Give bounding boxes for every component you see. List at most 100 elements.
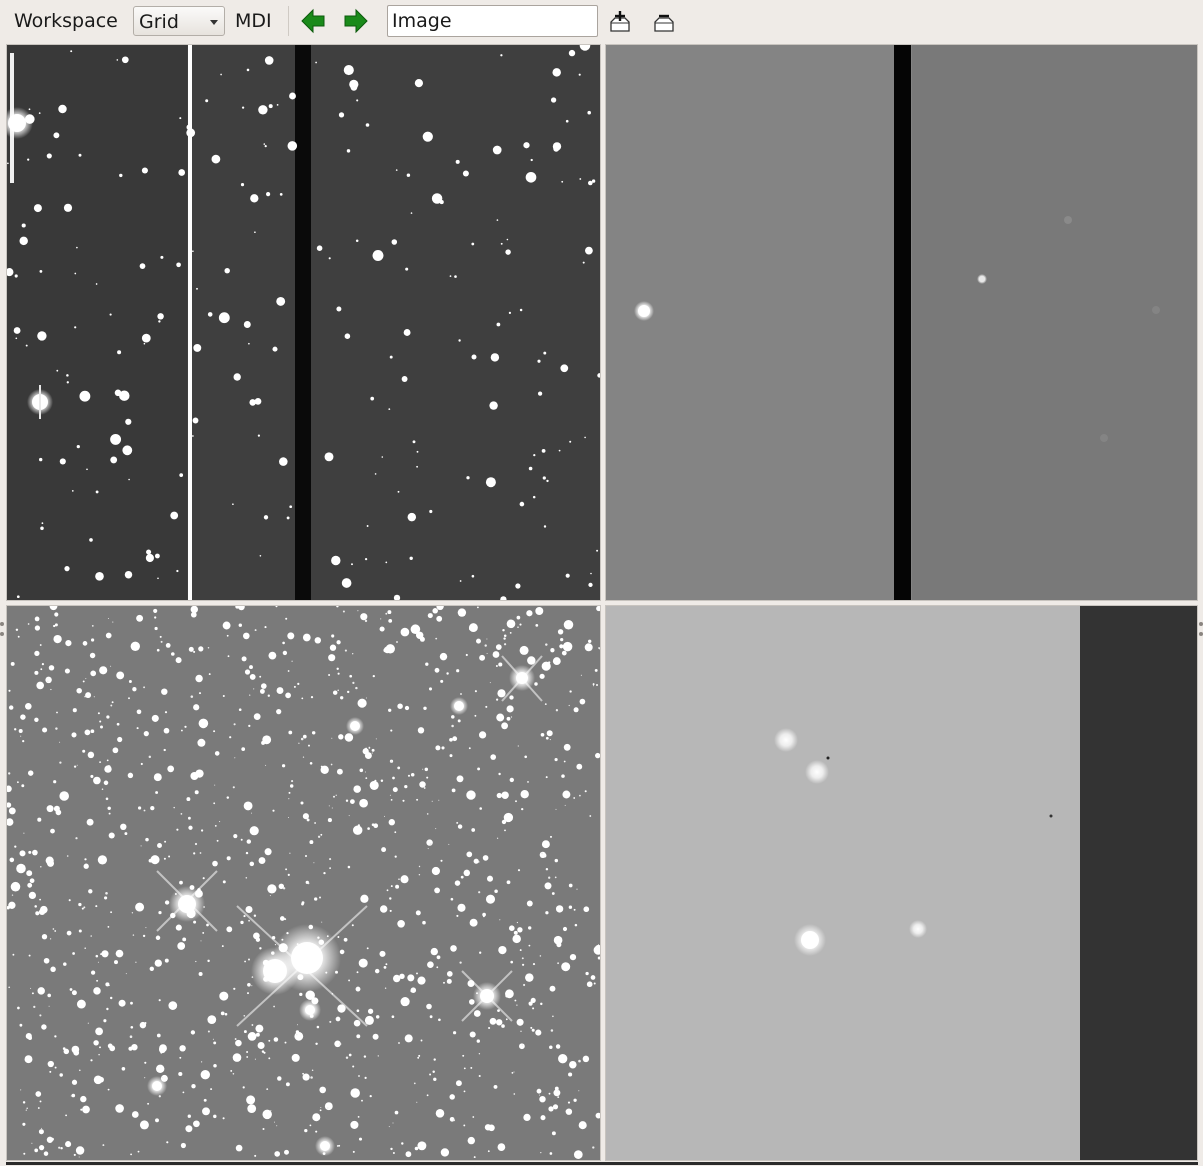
splitter-grip-left-2[interactable] xyxy=(0,632,4,636)
splitter-grip-right[interactable] xyxy=(1199,622,1203,626)
splitter-grip-right-2[interactable] xyxy=(1199,632,1203,636)
star-point xyxy=(585,971,589,976)
star-point xyxy=(53,634,62,644)
star-point xyxy=(466,790,476,800)
star-point xyxy=(176,262,181,268)
star-point xyxy=(43,957,50,964)
star-point xyxy=(573,1098,577,1102)
star-point xyxy=(416,798,419,801)
star-point xyxy=(132,934,135,936)
star-point xyxy=(485,477,496,488)
star-point xyxy=(56,711,58,714)
star-point xyxy=(426,1003,432,1010)
star-point xyxy=(153,773,162,782)
star-point xyxy=(257,434,260,437)
star-point xyxy=(479,807,483,810)
star-point xyxy=(210,1088,213,1091)
star-point xyxy=(568,49,576,57)
star-point xyxy=(279,916,285,921)
image-frame-4[interactable] xyxy=(605,605,1198,1161)
star-point xyxy=(364,771,366,773)
star-point xyxy=(38,1144,45,1151)
star-point xyxy=(452,736,458,742)
star-point xyxy=(214,751,220,756)
star-point xyxy=(564,804,566,806)
star-point xyxy=(95,490,99,494)
star-point xyxy=(265,764,267,766)
star-point xyxy=(383,815,386,817)
star-point xyxy=(71,990,77,996)
star-point xyxy=(27,623,30,625)
delete-frame-button[interactable] xyxy=(651,8,677,34)
star-point xyxy=(186,124,192,130)
star-point xyxy=(101,950,109,958)
image-frame-1[interactable] xyxy=(6,44,601,601)
star-point xyxy=(143,809,146,812)
star-point xyxy=(345,1056,349,1059)
star-point xyxy=(214,825,217,827)
star-point xyxy=(190,1030,196,1035)
star-point xyxy=(84,695,86,698)
star-point xyxy=(418,874,421,876)
star-point xyxy=(386,889,389,892)
star-point xyxy=(426,839,433,846)
add-frame-icon xyxy=(610,11,630,32)
star-point xyxy=(34,670,39,675)
star-point xyxy=(145,927,147,929)
star-point xyxy=(457,903,466,912)
star-point xyxy=(517,869,521,872)
star-point xyxy=(519,645,529,655)
star-point xyxy=(150,805,155,811)
star-point xyxy=(207,1015,217,1024)
star-point xyxy=(109,996,113,1000)
image-frame-3[interactable] xyxy=(6,605,601,1161)
star-point xyxy=(48,1005,50,1007)
star-point xyxy=(420,1039,423,1042)
star-point xyxy=(516,615,521,620)
star-point xyxy=(477,767,481,771)
frame-name-input[interactable] xyxy=(387,5,598,37)
star-point xyxy=(550,1029,554,1032)
star-point xyxy=(54,1066,57,1069)
star-point xyxy=(412,440,416,444)
splitter-grip-left[interactable] xyxy=(0,622,4,626)
star-point xyxy=(88,889,93,894)
star-point xyxy=(410,987,417,993)
star-point xyxy=(485,894,496,904)
star-point xyxy=(248,724,251,728)
star-point xyxy=(38,1129,44,1135)
star-point xyxy=(578,1059,581,1063)
star-point xyxy=(440,859,443,862)
star-point xyxy=(20,714,26,720)
image-frame-2[interactable] xyxy=(605,44,1198,601)
next-frame-button[interactable] xyxy=(343,8,369,34)
star-point xyxy=(78,1069,81,1072)
star-point xyxy=(130,1001,133,1005)
star-point xyxy=(414,1146,419,1151)
star-point xyxy=(213,1064,217,1068)
star-point xyxy=(145,837,149,842)
star-point xyxy=(86,818,94,826)
star-point xyxy=(486,875,494,882)
star-point xyxy=(219,821,221,823)
star-point xyxy=(250,194,259,203)
star-point xyxy=(273,1005,275,1008)
layout-select[interactable]: Grid xyxy=(133,6,225,36)
star-point xyxy=(64,565,70,572)
star-point xyxy=(395,884,400,889)
star-point xyxy=(501,1024,505,1028)
star-point xyxy=(540,732,545,737)
star-point xyxy=(202,877,205,880)
previous-frame-button[interactable] xyxy=(300,8,326,34)
star-point xyxy=(267,694,270,697)
star-point xyxy=(247,1032,257,1041)
star-point xyxy=(353,785,361,793)
star-point xyxy=(84,858,87,861)
star-point xyxy=(112,747,119,754)
star-point xyxy=(50,966,56,973)
star-point xyxy=(587,110,591,115)
star-point xyxy=(388,619,393,623)
star-point xyxy=(401,376,408,382)
add-frame-button[interactable] xyxy=(607,8,633,34)
star-point xyxy=(39,1014,42,1017)
